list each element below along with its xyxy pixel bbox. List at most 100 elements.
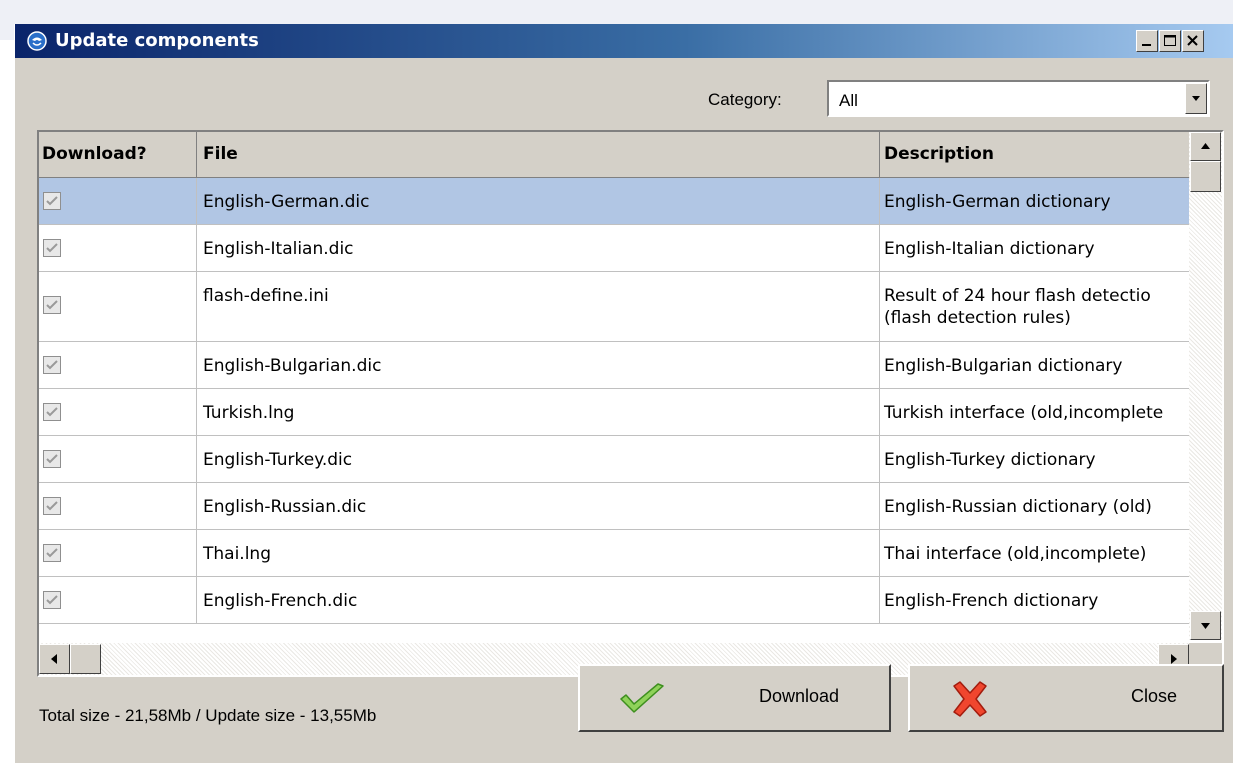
minimize-button[interactable] bbox=[1136, 30, 1158, 52]
checkmark-icon bbox=[46, 407, 58, 417]
table-row[interactable]: English-Russian.dic English-Russian dicti… bbox=[39, 483, 1189, 530]
download-cell bbox=[39, 436, 197, 482]
download-checkbox[interactable] bbox=[43, 591, 61, 609]
description-text: Result of 24 hour flash detectio bbox=[884, 286, 1151, 306]
globe-icon bbox=[27, 31, 47, 51]
table-row[interactable]: English-French.dic English-French diction… bbox=[39, 577, 1189, 624]
description-text: English-Bulgarian dictionary bbox=[884, 356, 1123, 376]
download-cell bbox=[39, 389, 197, 435]
checkmark-icon bbox=[46, 243, 58, 253]
description-cell: English-Bulgarian dictionary bbox=[880, 342, 1189, 388]
table-row[interactable]: English-Bulgarian.dic English-Bulgarian d… bbox=[39, 342, 1189, 389]
download-checkbox[interactable] bbox=[43, 497, 61, 515]
table-row[interactable]: English-Turkey.dic English-Turkey diction… bbox=[39, 436, 1189, 483]
dropdown-button[interactable] bbox=[1185, 83, 1207, 114]
file-cell: English-Turkey.dic bbox=[197, 436, 880, 482]
close-button[interactable]: Close bbox=[908, 664, 1224, 732]
size-status-text: Total size - 21,58Mb / Update size - 13,… bbox=[39, 706, 377, 725]
download-button-label: Download bbox=[759, 686, 840, 706]
category-value: All bbox=[839, 91, 858, 110]
description-cell: English-German dictionary bbox=[880, 178, 1189, 224]
download-checkbox[interactable] bbox=[43, 544, 61, 562]
description-text: English-Turkey dictionary bbox=[884, 450, 1096, 470]
download-checkbox[interactable] bbox=[43, 356, 61, 374]
description-text: Thai interface (old,incomplete) bbox=[884, 544, 1147, 564]
checkmark-icon bbox=[46, 196, 58, 206]
file-cell: Turkish.lng bbox=[197, 389, 880, 435]
file-cell: English-Bulgarian.dic bbox=[197, 342, 880, 388]
description-cell: English-Russian dictionary (old) bbox=[880, 483, 1189, 529]
chevron-down-icon bbox=[1192, 96, 1200, 101]
checkmark-icon bbox=[46, 501, 58, 511]
arrow-left-icon bbox=[51, 654, 57, 664]
file-cell: English-French.dic bbox=[197, 577, 880, 623]
file-cell: English-Italian.dic bbox=[197, 225, 880, 271]
checkmark-icon bbox=[620, 683, 664, 713]
table-row[interactable]: Thai.lng Thai interface (old,incomplete) bbox=[39, 530, 1189, 577]
download-cell bbox=[39, 272, 197, 341]
file-cell: English-German.dic bbox=[197, 178, 880, 224]
table-header: Download? File Description bbox=[39, 132, 1189, 178]
close-window-button[interactable] bbox=[1182, 30, 1204, 52]
description-cell: Turkish interface (old,incomplete bbox=[880, 389, 1189, 435]
description-cell: English-Turkey dictionary bbox=[880, 436, 1189, 482]
table-row[interactable]: Turkish.lng Turkish interface (old,incomp… bbox=[39, 389, 1189, 436]
download-cell bbox=[39, 483, 197, 529]
description-text-line2: (flash detection rules) bbox=[884, 308, 1071, 328]
download-checkbox[interactable] bbox=[43, 239, 61, 257]
arrow-down-icon bbox=[1201, 623, 1210, 629]
description-text: Turkish interface (old,incomplete bbox=[884, 403, 1164, 423]
maximize-button[interactable] bbox=[1159, 30, 1181, 52]
maximize-icon bbox=[1164, 35, 1176, 46]
download-cell bbox=[39, 530, 197, 576]
category-label: Category: bbox=[708, 90, 782, 109]
checkmark-icon bbox=[46, 595, 58, 605]
category-dropdown[interactable]: All bbox=[827, 80, 1210, 117]
table-row[interactable]: English-Italian.dic English-Italian dicti… bbox=[39, 225, 1189, 272]
update-components-window: Update components Category: All Download… bbox=[14, 24, 1233, 763]
red-x-icon bbox=[953, 681, 987, 717]
description-cell: Result of 24 hour flash detectio (flash d… bbox=[880, 272, 1189, 341]
description-cell: Thai interface (old,incomplete) bbox=[880, 530, 1189, 576]
file-cell: flash-define.ini bbox=[197, 272, 880, 341]
download-button[interactable]: Download bbox=[578, 664, 891, 732]
checkmark-icon bbox=[46, 360, 58, 370]
checkmark-icon bbox=[46, 300, 58, 310]
window-title: Update components bbox=[55, 30, 259, 51]
scroll-up-button[interactable] bbox=[1190, 132, 1221, 161]
description-text: English-Russian dictionary (old) bbox=[884, 497, 1152, 517]
minimize-icon bbox=[1142, 44, 1151, 46]
file-cell: English-Russian.dic bbox=[197, 483, 880, 529]
description-text: English-Italian dictionary bbox=[884, 239, 1095, 259]
table-body: English-German.dic English-German diction… bbox=[39, 178, 1189, 624]
scroll-thumb[interactable] bbox=[1190, 161, 1221, 192]
horizontal-scroll-thumb[interactable] bbox=[70, 644, 101, 674]
vertical-scrollbar[interactable] bbox=[1189, 132, 1222, 640]
download-checkbox[interactable] bbox=[43, 192, 61, 210]
download-cell bbox=[39, 178, 197, 224]
table-row[interactable]: flash-define.ini Result of 24 hour flash … bbox=[39, 272, 1189, 342]
scroll-left-button[interactable] bbox=[39, 644, 70, 674]
download-cell bbox=[39, 225, 197, 271]
description-cell: English-French dictionary bbox=[880, 577, 1189, 623]
column-header-file[interactable]: File bbox=[197, 132, 880, 177]
close-icon bbox=[1187, 35, 1198, 46]
download-checkbox[interactable] bbox=[43, 450, 61, 468]
arrow-up-icon bbox=[1201, 143, 1210, 149]
description-text: English-German dictionary bbox=[884, 192, 1111, 212]
download-cell bbox=[39, 342, 197, 388]
download-checkbox[interactable] bbox=[43, 403, 61, 421]
components-table: Download? File Description English-Germa… bbox=[37, 130, 1224, 677]
download-checkbox[interactable] bbox=[43, 296, 61, 314]
description-text: English-French dictionary bbox=[884, 591, 1099, 611]
checkmark-icon bbox=[46, 548, 58, 558]
column-header-description[interactable]: Description bbox=[880, 132, 1189, 177]
column-header-download[interactable]: Download? bbox=[39, 132, 197, 177]
close-button-label: Close bbox=[1131, 686, 1178, 706]
scroll-down-button[interactable] bbox=[1190, 611, 1221, 640]
checkmark-icon bbox=[46, 454, 58, 464]
description-cell: English-Italian dictionary bbox=[880, 225, 1189, 271]
file-cell: Thai.lng bbox=[197, 530, 880, 576]
table-row[interactable]: English-German.dic English-German diction… bbox=[39, 178, 1189, 225]
title-bar[interactable]: Update components bbox=[15, 24, 1233, 58]
